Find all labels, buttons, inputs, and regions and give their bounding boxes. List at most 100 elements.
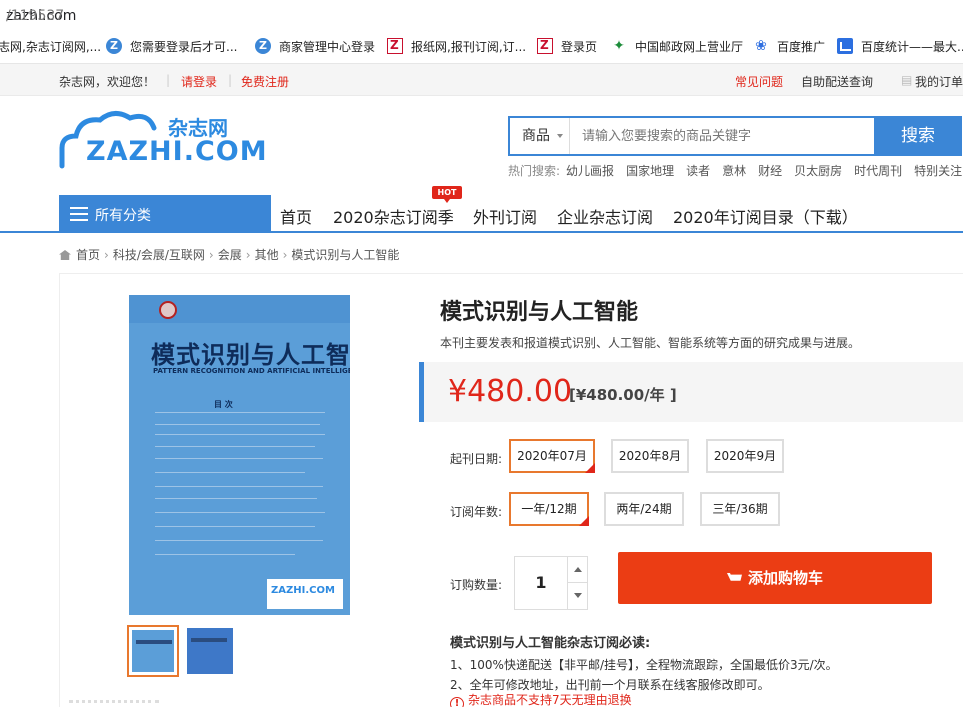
quantity-input[interactable]: 1 [515,557,567,609]
breadcrumb-separator: › [208,248,214,262]
quantity-stepper: 1 [514,556,588,610]
warning-icon: ! [450,697,464,707]
menu-icon [70,207,88,221]
breadcrumb-separator: › [245,248,251,262]
register-link[interactable]: 免费注册 [241,73,289,90]
bookmark-label: 登录页 [561,39,598,54]
product-description: 本刊主要发表和报道模式识别、人工智能、智能系统等方面的研究成果与进展。 [440,336,861,350]
my-orders-link[interactable]: 我的订单 [915,73,963,90]
cover-subtitle: PATTERN RECOGNITION AND ARTIFICIAL INTEL… [153,367,350,375]
hot-search-label: 热门搜索: [508,164,561,178]
divider [69,700,159,703]
bookmark-label: 百度统计——最大... [861,39,963,54]
bookmark-item[interactable]: ✦ 中国邮政网上营业厅 [611,37,743,55]
search-category-select[interactable]: 商品 [510,118,570,154]
start-date-option[interactable]: 2020年9月 [706,439,784,473]
bookmark-label: 百度推广 [777,39,826,54]
subscription-notes: 模式识别与人工智能杂志订阅必读: 1、100%快递配送【非平邮/挂号】，全程物流… [450,632,838,695]
bookmark-item[interactable]: 商家管理中心登录 [255,37,375,55]
site-topbar: 杂志网，欢迎您！ | 请登录 | 免费注册 常见问题 自助配送查询 ▤ 我的订单 [0,64,963,96]
bookmarks-bar: 志网,杂志订阅网,... 您需要登录后才可... 商家管理中心登录 报纸网,报刊… [0,26,963,64]
bookmark-label: 中国邮政网上营业厅 [635,39,744,54]
bookmark-item[interactable]: 百度统计——最大... [837,37,963,55]
bookmark-item[interactable]: 志网,杂志订阅网,... [0,37,101,55]
bookmark-item[interactable]: 您需要登录后才可... [106,37,237,55]
hot-keyword[interactable]: 贝太厨房 [794,164,842,178]
hot-keyword[interactable]: 读者 [686,164,710,178]
thumbnail-2[interactable] [184,625,236,677]
years-option[interactable]: 三年/36期 [700,492,780,526]
breadcrumb-current: 模式识别与人工智能 [291,248,400,262]
cover-emblem [159,301,177,319]
divider: | [166,73,171,87]
nav-foreign-journals[interactable]: 外刊订阅 [473,204,537,228]
return-policy-warning: ! 杂志商品不支持7天无理由退换 [450,691,632,707]
price-per-year: [¥480.00/年 ] [569,386,677,404]
notes-title: 模式识别与人工智能杂志订阅必读: [450,636,651,651]
zazhi-cloud-icon [255,38,271,54]
breadcrumb-item[interactable]: 科技/会展/互联网 [113,248,205,262]
years-option[interactable]: 两年/24期 [604,492,684,526]
hot-keyword[interactable]: 特别关注 [914,164,962,178]
search-category-label: 商品 [522,128,550,144]
start-date-option[interactable]: 2020年07月 [509,439,595,473]
bookmark-item[interactable]: ❀ 百度推广 [753,37,825,55]
bookmark-item[interactable]: 登录页 [537,37,597,55]
breadcrumb-item[interactable]: 其他 [255,248,279,262]
hot-keyword[interactable]: 国家地理 [626,164,674,178]
faq-link[interactable]: 常见问题 [735,73,783,90]
cover-watermark: ZAZHI.COM [267,579,343,609]
breadcrumb-item[interactable]: 首页 [76,248,100,262]
hot-keyword[interactable]: 财经 [758,164,782,178]
all-categories-button[interactable]: 所有分类 [59,195,271,232]
note-line: 1、100%快递配送【非平邮/挂号】，全程物流跟踪，全国最低价3元/次。 [450,658,838,672]
search-box: 商品 搜索 [508,116,962,156]
hot-badge: HOT [432,186,462,203]
z-red-icon [537,38,553,54]
decrement-button[interactable] [567,583,588,609]
years-label: 订阅年数: [450,505,503,519]
orders-icon: ▤ [901,73,913,87]
hot-keyword[interactable]: 意林 [722,164,746,178]
years-option[interactable]: 一年/12期 [509,492,589,526]
quantity-label: 订购数量: [450,578,503,592]
z-red-icon [387,38,403,54]
hot-keyword[interactable]: 幼儿画报 [566,164,614,178]
site-logo[interactable]: 杂志网 ZAZHI.COM [58,108,267,170]
divider: | [228,73,233,87]
add-to-cart-label: 添加购物车 [747,569,823,587]
nav-home[interactable]: 首页 [280,204,312,228]
bookmark-label: 报纸网,报刊订阅,订... [411,39,527,54]
increment-button[interactable] [567,557,588,583]
product-cover-image[interactable]: 模式识别与人工智能 PATTERN RECOGNITION AND ARTIFI… [129,295,350,615]
thumbnail-1[interactable] [127,625,179,677]
login-link[interactable]: 请登录 [181,73,217,90]
cover-toc-lines [151,390,333,560]
bookmark-label: 商家管理中心登录 [279,39,376,54]
breadcrumb-separator: › [282,248,288,262]
add-to-cart-button[interactable]: 添加购物车 [618,552,932,604]
search-button[interactable]: 搜索 [874,116,962,156]
product-title: 模式识别与人工智能 [440,300,639,325]
warning-text: 杂志商品不支持7天无理由退换 [468,693,632,707]
url-path: /119537 [6,8,65,24]
start-date-option[interactable]: 2020年8月 [611,439,689,473]
search-input[interactable] [574,118,874,154]
nav-subscription-season[interactable]: 2020杂志订阅季 [333,204,454,228]
hot-keyword[interactable]: 时代周刊 [854,164,902,178]
logo-en: ZAZHI.COM [86,136,268,167]
cart-icon [726,573,742,581]
zazhi-cloud-icon [106,38,122,54]
nav-catalog-download[interactable]: 2020年订阅目录（下载） [673,204,858,228]
welcome-text: 杂志网，欢迎您！ [59,75,156,89]
nav-enterprise-journals[interactable]: 企业杂志订阅 [557,204,653,228]
price-box: ¥480.00 [¥480.00/年 ] [419,362,963,422]
breadcrumb: 首页 › 科技/会展/互联网 › 会展 › 其他 › 模式识别与人工智能 [59,246,399,263]
post-office-icon: ✦ [613,38,625,54]
bookmark-item[interactable]: 报纸网,报刊订阅,订... [387,37,526,55]
address-bar[interactable]: zazhi.com/119537 [0,0,963,26]
delivery-query-link[interactable]: 自助配送查询 [801,73,873,90]
main-nav: 所有分类 首页 2020杂志订阅季 外刊订阅 企业杂志订阅 2020年订阅目录（… [0,195,963,233]
breadcrumb-item[interactable]: 会展 [218,248,242,262]
breadcrumb-separator: › [104,248,109,262]
